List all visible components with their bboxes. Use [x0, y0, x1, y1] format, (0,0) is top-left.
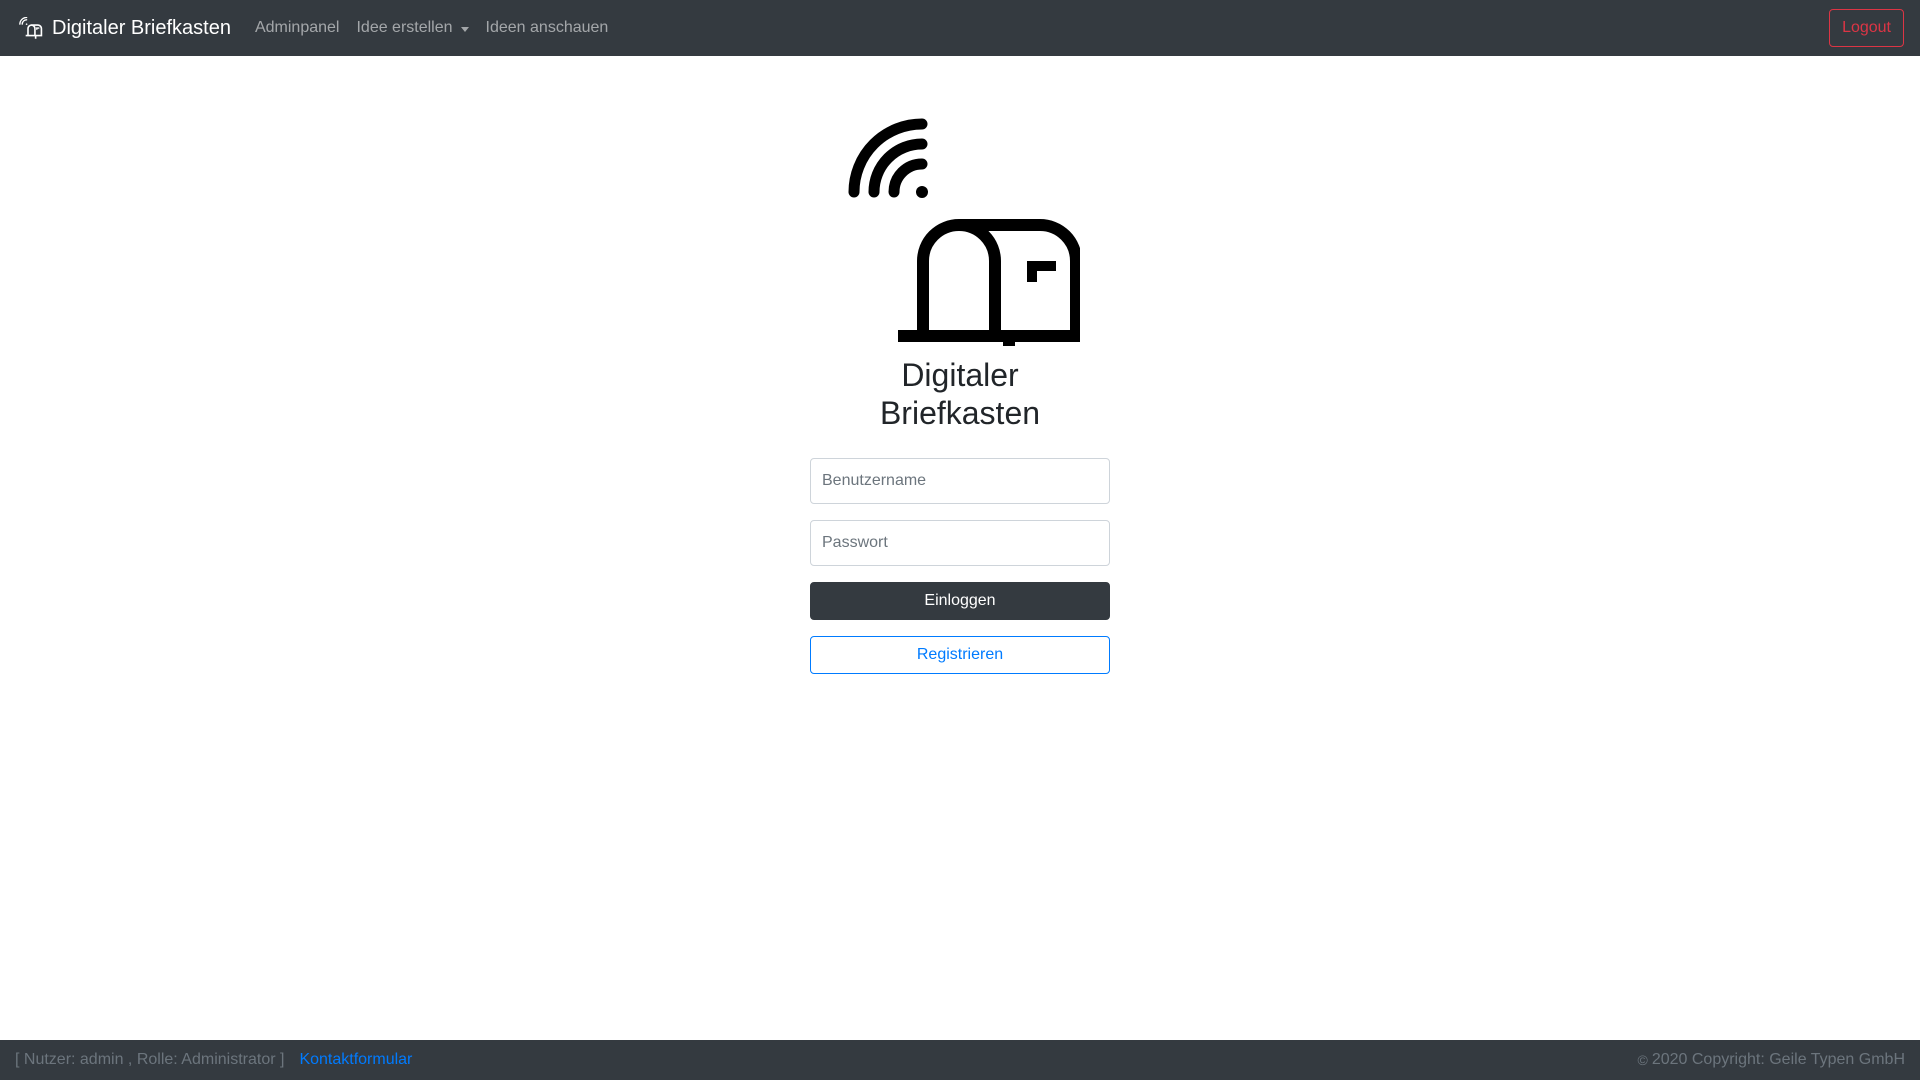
register-button[interactable]: Registrieren — [810, 636, 1110, 674]
brand-link[interactable]: Digitaler Briefkasten — [18, 17, 231, 40]
login-button[interactable]: Einloggen — [810, 582, 1110, 620]
login-form: Einloggen Registrieren — [810, 458, 1110, 674]
footer: [ Nutzer: admin , Rolle: Administrator ]… — [0, 1040, 1920, 1080]
nav-idee-erstellen-dropdown[interactable]: Idee erstellen — [356, 19, 469, 37]
footer-user-info: [ Nutzer: admin , Rolle: Administrator ] — [15, 1051, 285, 1068]
contact-form-link[interactable]: Kontaktformular — [299, 1051, 412, 1069]
logout-button[interactable]: Logout — [1829, 9, 1904, 47]
password-input[interactable] — [810, 520, 1110, 566]
brand-label: Digitaler Briefkasten — [52, 16, 231, 39]
footer-copyright: © 2020 Copyright: Geile Typen GmbH — [1638, 1051, 1906, 1069]
page-title-line1: Digitaler — [901, 357, 1019, 393]
mailbox-wifi-icon — [848, 118, 1080, 346]
copyright-icon: © — [1637, 1052, 1648, 1068]
page-title-line2: Briefkasten — [879, 395, 1041, 431]
copyright-text: 2020 Copyright: Geile Typen GmbH — [1651, 1051, 1905, 1068]
main-content: Digitaler Briefkasten Einloggen Registri… — [0, 56, 1920, 1040]
nav-adminpanel[interactable]: Adminpanel — [255, 19, 340, 37]
nav-ideen-anschauen[interactable]: Ideen anschauen — [486, 19, 609, 37]
top-navbar: Digitaler Briefkasten Adminpanel Idee er… — [0, 0, 1920, 56]
mailbox-wifi-icon — [19, 17, 43, 39]
nav-idee-erstellen-label: Idee erstellen — [356, 19, 453, 36]
page-title: Digitaler Briefkasten — [810, 356, 1110, 432]
username-input[interactable] — [810, 458, 1110, 504]
caret-down-icon — [460, 26, 469, 32]
